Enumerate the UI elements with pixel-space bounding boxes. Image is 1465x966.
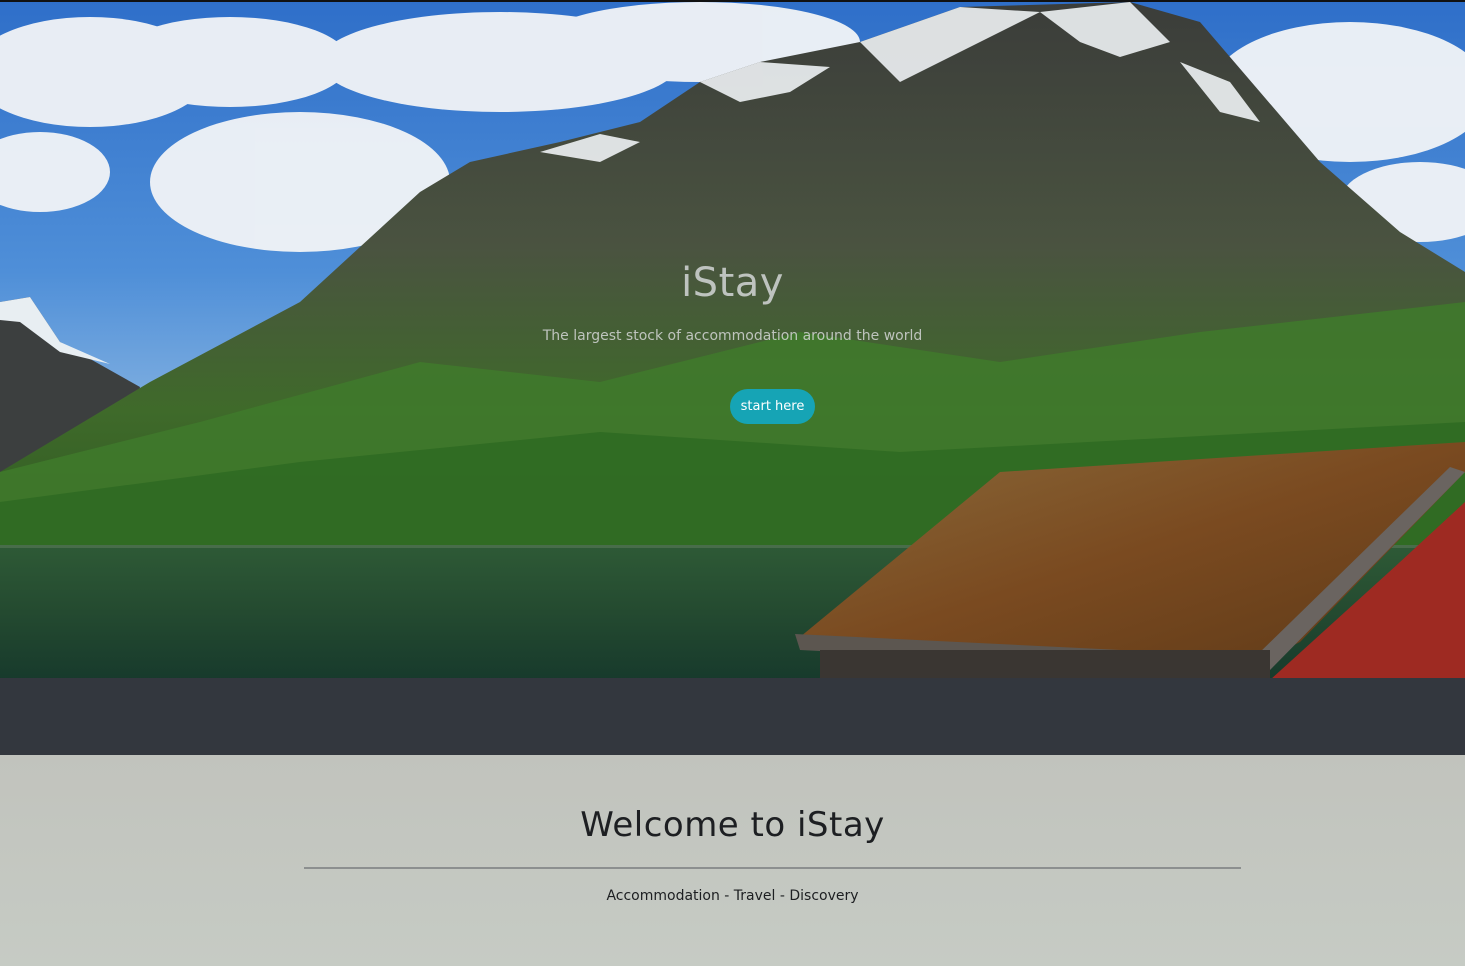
hero-content: iStay The largest stock of accommodation…: [0, 2, 1465, 678]
welcome-title: Welcome to iStay: [580, 805, 885, 845]
dark-band: [0, 678, 1465, 755]
welcome-tagline: Accommodation - Travel - Discovery: [606, 888, 859, 904]
start-here-button[interactable]: start here: [730, 389, 815, 424]
hero-title: iStay: [681, 260, 784, 306]
hero-subtitle: The largest stock of accommodation aroun…: [542, 328, 923, 344]
welcome-section: Welcome to iStay Accommodation - Travel …: [0, 755, 1465, 966]
welcome-divider: [304, 867, 1241, 869]
hero-section: iStay The largest stock of accommodation…: [0, 0, 1465, 678]
